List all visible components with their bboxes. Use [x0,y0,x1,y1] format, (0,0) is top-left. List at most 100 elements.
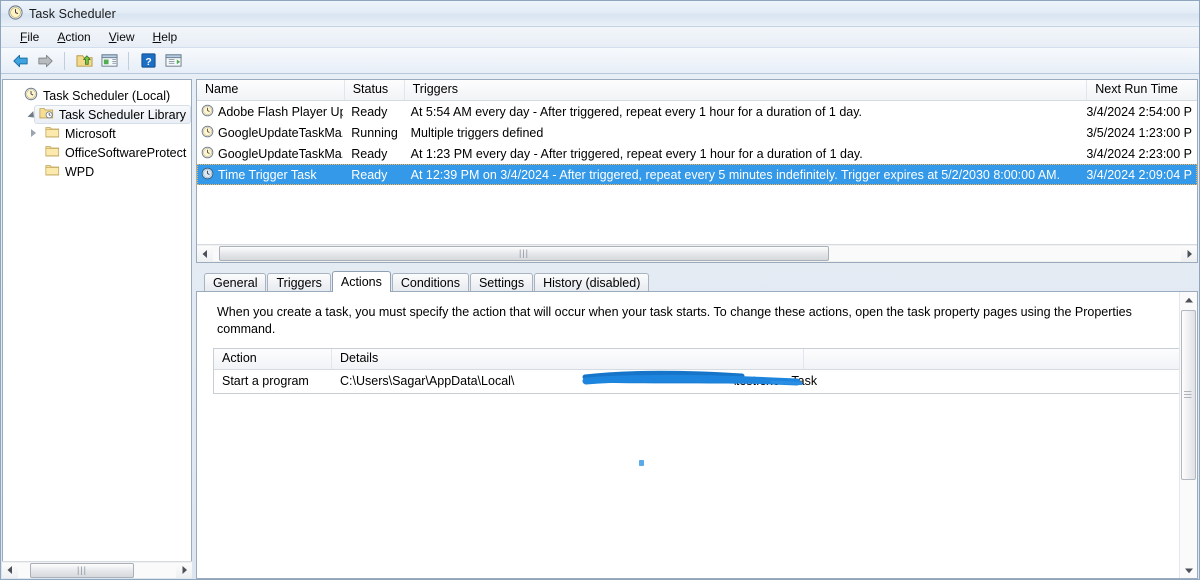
back-icon[interactable] [9,50,31,72]
scroll-down-icon[interactable] [1181,562,1197,578]
actions-tab-panel: When you create a task, you must specify… [196,291,1198,579]
column-header-next-run-time[interactable]: Next Run Time [1087,80,1197,100]
clock-icon [201,167,214,183]
actions-description: When you create a task, you must specify… [197,292,1197,348]
column-header-action[interactable]: Action [214,349,332,369]
tab-settings[interactable]: Settings [470,273,533,292]
task-status-cell: Ready [343,105,402,119]
task-name-cell: Adobe Flash Player Up... [197,104,343,120]
actions-table: Action Details Start a program C:\Users\… [213,348,1181,394]
scroll-up-icon[interactable] [1181,292,1197,308]
clock-icon [8,5,23,23]
clock-icon [201,104,214,120]
tab-history[interactable]: History (disabled) [534,273,649,292]
task-triggers-cell: At 1:23 PM every day - After triggered, … [403,147,1079,161]
grip-icon: ||| [77,566,87,575]
show-action-pane-icon[interactable] [162,50,184,72]
details-path-suffix: \test.exe --Task [732,374,817,388]
task-next-run-cell: 3/4/2024 2:23:00 P [1078,147,1197,161]
table-row[interactable]: GoogleUpdateTaskMa... Ready At 1:23 PM e… [197,143,1197,164]
menu-file[interactable]: File [11,29,48,45]
tree-node-task-scheduler-local[interactable]: Task Scheduler (Local) [9,86,191,105]
tree-node-label: WPD [65,165,94,179]
tree-node-microsoft[interactable]: Microsoft [9,124,191,143]
column-header-blank[interactable] [804,349,1180,369]
task-status-cell: Ready [343,168,402,182]
menu-bar: File Action View Help [1,27,1199,48]
task-triggers-cell: At 12:39 PM on 3/4/2024 - After triggere… [403,168,1079,182]
tree-node-label: Microsoft [65,127,116,141]
tree-node-task-scheduler-library[interactable]: Task Scheduler Library [9,105,191,124]
scroll-right-icon[interactable] [1181,246,1197,261]
column-header-name[interactable]: Name [197,80,345,100]
table-row[interactable]: Adobe Flash Player Up... Ready At 5:54 A… [197,101,1197,122]
task-next-run-cell: 3/5/2024 1:23:00 P [1078,126,1197,140]
actions-scroll-thumb[interactable]: ||| [1181,310,1196,480]
chevron-down-icon[interactable] [29,109,34,120]
task-list-horizontal-scrollbar[interactable]: ||| [197,244,1197,262]
expander-placeholder [13,90,24,101]
task-name-cell: GoogleUpdateTaskMa... [197,146,343,162]
clock-icon [201,146,214,162]
chevron-right-icon[interactable] [29,128,40,139]
tree-scroll-track[interactable]: ||| [18,563,176,578]
task-name-label: GoogleUpdateTaskMa... [218,126,343,140]
column-header-status[interactable]: Status [345,80,405,100]
show-console-tree-icon[interactable] [98,50,120,72]
library-folder-icon [39,106,54,123]
grip-icon: ||| [1184,390,1192,399]
actions-scroll-track[interactable]: ||| [1181,308,1197,562]
forward-icon[interactable] [34,50,56,72]
tab-general[interactable]: General [204,273,266,292]
toolbar-separator-2 [128,52,129,70]
scroll-right-icon[interactable] [176,563,192,578]
details-cell: C:\Users\Sagar\AppData\Local\ \test.exe -… [332,374,817,388]
clock-icon [24,87,38,104]
task-name-cell: Time Trigger Task [197,167,343,183]
column-header-triggers[interactable]: Triggers [405,80,1088,100]
results-pane: Name Status Triggers Next Run Time [195,79,1199,579]
detail-tabs: General Triggers Actions Conditions Sett… [196,271,1198,292]
task-name-label: GoogleUpdateTaskMa... [218,147,343,161]
task-list-header: Name Status Triggers Next Run Time [197,80,1197,101]
menu-help[interactable]: Help [144,29,187,45]
grip-icon: ||| [519,249,529,258]
tree-scroll-thumb[interactable]: ||| [30,563,134,578]
task-list-scroll-thumb[interactable]: ||| [219,246,829,261]
up-folder-icon[interactable] [73,50,95,72]
scroll-left-icon[interactable] [197,246,213,261]
task-list: Name Status Triggers Next Run Time [196,79,1198,263]
task-name-label: Time Trigger Task [218,168,317,182]
details-path-prefix: C:\Users\Sagar\AppData\Local\ [340,374,514,388]
tab-actions[interactable]: Actions [332,271,391,292]
task-status-cell: Ready [343,147,402,161]
tree-node-wpd[interactable]: WPD [9,162,191,181]
task-status-cell: Running [343,126,402,140]
tree-node-label: OfficeSoftwareProtect [65,146,186,160]
tree-node-officesoftwareprotect[interactable]: OfficeSoftwareProtect [9,143,191,162]
task-triggers-cell: Multiple triggers defined [403,126,1079,140]
toolbar: ? [1,48,1199,74]
column-header-details[interactable]: Details [332,349,804,369]
table-row[interactable]: GoogleUpdateTaskMa... Running Multiple t… [197,122,1197,143]
actions-vertical-scrollbar[interactable]: ||| [1179,292,1197,578]
title-bar: Task Scheduler [1,1,1199,27]
menu-view[interactable]: View [100,29,144,45]
scroll-left-icon[interactable] [2,563,18,578]
table-row[interactable]: Start a program C:\Users\Sagar\AppData\L… [214,370,1180,393]
action-cell: Start a program [214,374,332,388]
help-icon[interactable]: ? [137,50,159,72]
actions-table-header: Action Details [214,349,1180,370]
tree-horizontal-scrollbar[interactable]: ||| [2,561,192,578]
tab-triggers[interactable]: Triggers [267,273,330,292]
task-next-run-cell: 3/4/2024 2:09:04 P [1078,168,1197,182]
tree-node-label: Task Scheduler Library [59,108,186,122]
table-row-selected[interactable]: Time Trigger Task Ready At 12:39 PM on 3… [197,164,1197,185]
tab-conditions[interactable]: Conditions [392,273,469,292]
menu-action[interactable]: Action [48,29,99,45]
task-list-scroll-track[interactable]: ||| [213,246,1181,261]
toolbar-separator-1 [64,52,65,70]
task-triggers-cell: At 5:54 AM every day - After triggered, … [403,105,1079,119]
task-scheduler-window: Task Scheduler File Action View Help [0,0,1200,580]
svg-text:?: ? [145,57,151,68]
